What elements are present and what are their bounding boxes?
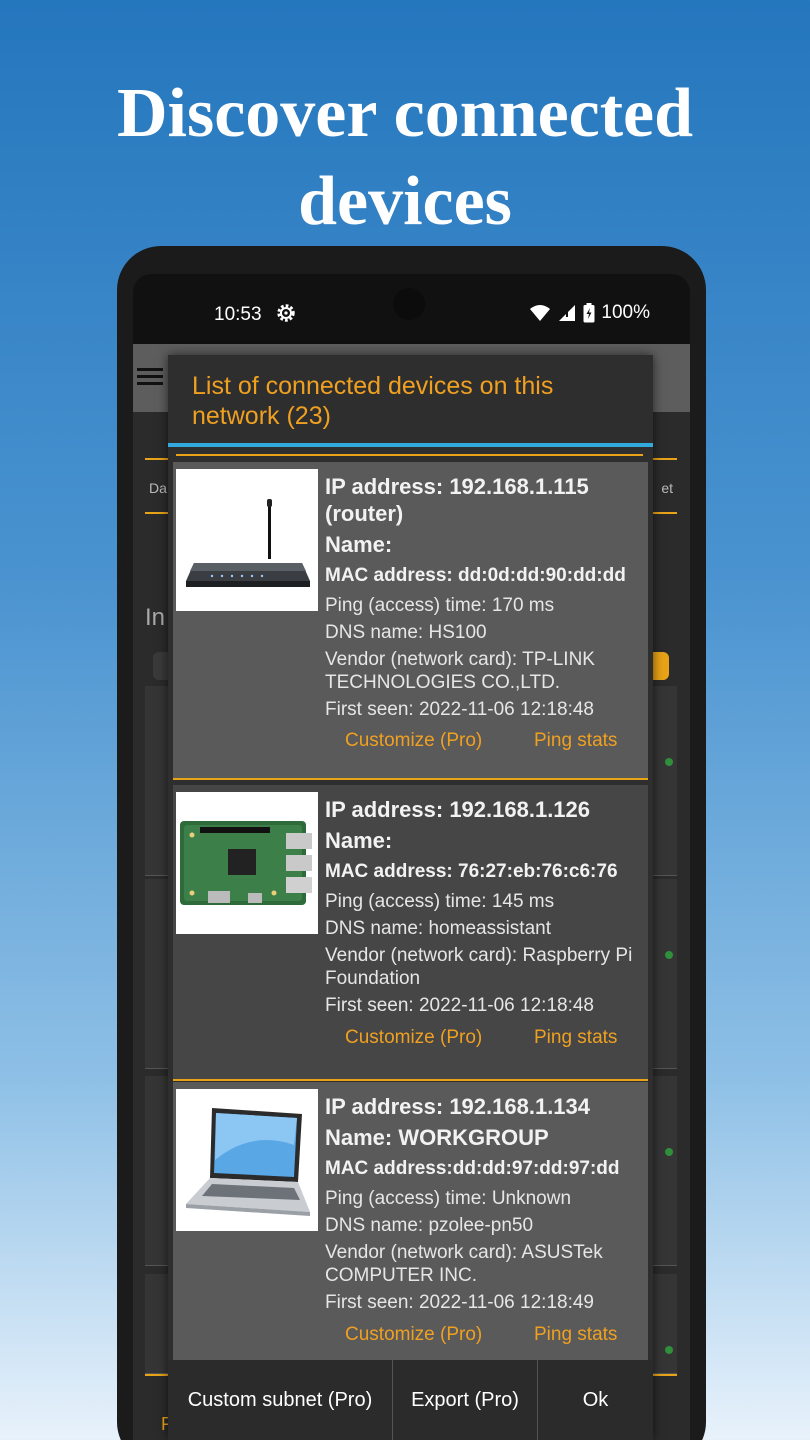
device-list[interactable]: IP address: 192.168.1.115 (router) Name:… (168, 450, 653, 1360)
customize-button[interactable]: Customize (Pro) (345, 1324, 482, 1346)
ping-stats-button[interactable]: Ping stats (534, 1027, 617, 1049)
laptop-image (176, 1089, 318, 1231)
device-name: Name: (325, 532, 393, 557)
status-bar: 10:53 100% (133, 274, 690, 344)
menu-icon[interactable] (137, 368, 163, 386)
device-info: IP address: 192.168.1.115 (router) Name:… (325, 473, 645, 725)
signal-icon (559, 305, 576, 321)
device-dns: DNS name: pzolee-pn50 (325, 1215, 534, 1236)
battery-percent: 100% (601, 302, 650, 323)
device-info: IP address: 192.168.1.134 Name: WORKGROU… (325, 1093, 645, 1318)
settings-gear-icon (277, 304, 295, 322)
headline: Discover connected devices (0, 70, 810, 246)
device-first-seen: First seen: 2022-11-06 12:18:48 (325, 699, 594, 720)
background-tab-right: et (661, 480, 673, 496)
device-item[interactable]: IP address: 192.168.1.115 (router) Name:… (173, 462, 648, 780)
device-ip: IP address: 192.168.1.126 (325, 797, 591, 822)
device-ip: IP address: 192.168.1.134 (325, 1094, 591, 1119)
device-mac: MAC address: 76:27:eb:76:c6:76 (325, 861, 618, 882)
device-item[interactable]: IP address: 192.168.1.126 Name: MAC addr… (173, 785, 648, 1081)
background-tab-left: Da (149, 480, 167, 496)
customize-button[interactable]: Customize (Pro) (345, 1027, 482, 1049)
device-dns: DNS name: homeassistant (325, 918, 551, 939)
wifi-icon (530, 305, 551, 321)
raspberry-pi-image (176, 792, 318, 934)
status-time: 10:53 (214, 304, 262, 325)
device-first-seen: First seen: 2022-11-06 12:18:48 (325, 995, 594, 1016)
headline-line-1: Discover connected (116, 75, 694, 152)
background-section-title: In (145, 604, 166, 631)
list-divider (176, 454, 643, 456)
device-name: Name: WORKGROUP (325, 1125, 549, 1150)
front-camera (393, 288, 425, 320)
device-ping: Ping (access) time: 145 ms (325, 891, 555, 912)
background-bar-accent (651, 652, 669, 680)
device-actions: Customize (Pro) Ping stats (173, 1027, 648, 1057)
device-ping: Ping (access) time: Unknown (325, 1188, 572, 1209)
dialog-button-bar: Custom subnet (Pro) Export (Pro) Ok (168, 1360, 653, 1440)
dialog-title-divider (168, 443, 653, 447)
ping-stats-button[interactable]: Ping stats (534, 730, 617, 752)
device-actions: Customize (Pro) Ping stats (173, 730, 648, 760)
ping-stats-button[interactable]: Ping stats (534, 1324, 617, 1346)
connected-devices-dialog: List of connected devices on this networ… (168, 355, 653, 1440)
ok-button[interactable]: Ok (538, 1360, 653, 1440)
device-mac: MAC address: dd:0d:dd:90:dd:dd (325, 565, 626, 586)
device-vendor: Vendor (network card): TP-LINK TECHNOLOG… (325, 649, 595, 693)
device-ping: Ping (access) time: 170 ms (325, 595, 555, 616)
router-image (176, 469, 318, 611)
device-name: Name: (325, 828, 393, 853)
device-ip: IP address: 192.168.1.115 (router) (325, 474, 589, 526)
device-first-seen: First seen: 2022-11-06 12:18:49 (325, 1292, 594, 1313)
router-icon (186, 499, 310, 587)
headline-line-2: devices (298, 163, 512, 240)
device-vendor: Vendor (network card): Raspberry Pi Foun… (325, 945, 633, 989)
export-button[interactable]: Export (Pro) (393, 1360, 537, 1440)
status-icons: 100% (529, 302, 650, 324)
customize-button[interactable]: Customize (Pro) (345, 730, 482, 752)
device-dns: DNS name: HS100 (325, 622, 487, 643)
laptop-icon (186, 1108, 310, 1216)
device-info: IP address: 192.168.1.126 Name: MAC addr… (325, 796, 645, 1021)
custom-subnet-button[interactable]: Custom subnet (Pro) (168, 1360, 392, 1440)
battery-icon (583, 303, 595, 323)
dialog-title: List of connected devices on this networ… (192, 372, 554, 430)
device-vendor: Vendor (network card): ASUSTek COMPUTER … (325, 1242, 603, 1286)
device-actions: Customize (Pro) Ping stats (173, 1324, 648, 1354)
raspberry-pi-icon (180, 821, 312, 905)
device-item[interactable]: IP address: 192.168.1.134 Name: WORKGROU… (173, 1082, 648, 1360)
device-mac: MAC address:dd:dd:97:dd:97:dd (325, 1158, 620, 1179)
